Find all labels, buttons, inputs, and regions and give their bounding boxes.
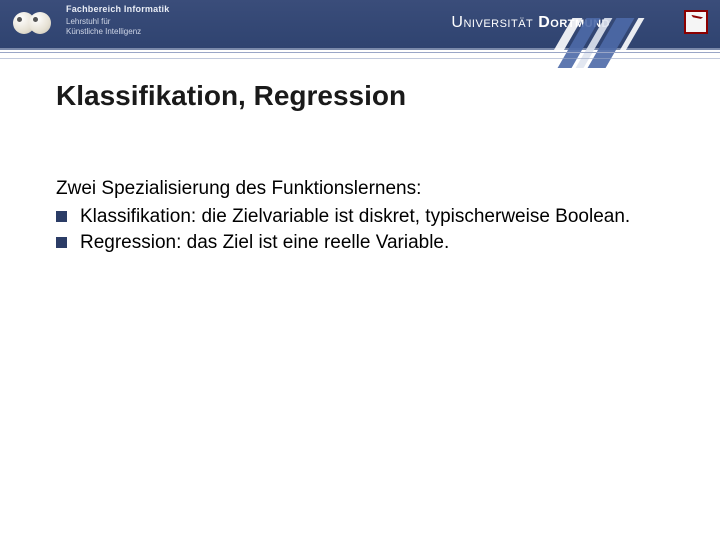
- university-name: Universität Dortmund: [451, 14, 610, 32]
- university-main: Dortmund: [538, 14, 610, 31]
- university-prefix: Universität: [451, 14, 533, 31]
- slide-title: Klassifikation, Regression: [56, 80, 406, 112]
- logo-brains-icon: [0, 0, 60, 46]
- brain-icon: [29, 12, 51, 34]
- list-item: Klassifikation: die Zielvariable ist dis…: [56, 204, 664, 230]
- slide-header: Fachbereich Informatik Lehrstuhl für Kün…: [0, 0, 720, 50]
- department-line: Künstliche Intelligenz: [66, 27, 169, 37]
- list-item: Regression: das Ziel ist eine reelle Var…: [56, 230, 664, 256]
- divider-line: [0, 58, 720, 59]
- bullet-list: Klassifikation: die Zielvariable ist dis…: [56, 204, 664, 256]
- intro-text: Zwei Spezialisierung des Funktionslernen…: [56, 176, 664, 202]
- divider-line: [0, 52, 720, 53]
- department-block: Fachbereich Informatik Lehrstuhl für Kün…: [66, 4, 169, 37]
- department-line: Fachbereich Informatik: [66, 4, 169, 15]
- department-line: Lehrstuhl für: [66, 17, 169, 27]
- slide-content: Zwei Spezialisierung des Funktionslernen…: [56, 176, 664, 256]
- corner-square-icon: [684, 10, 708, 34]
- slide-page: Fachbereich Informatik Lehrstuhl für Kün…: [0, 0, 720, 540]
